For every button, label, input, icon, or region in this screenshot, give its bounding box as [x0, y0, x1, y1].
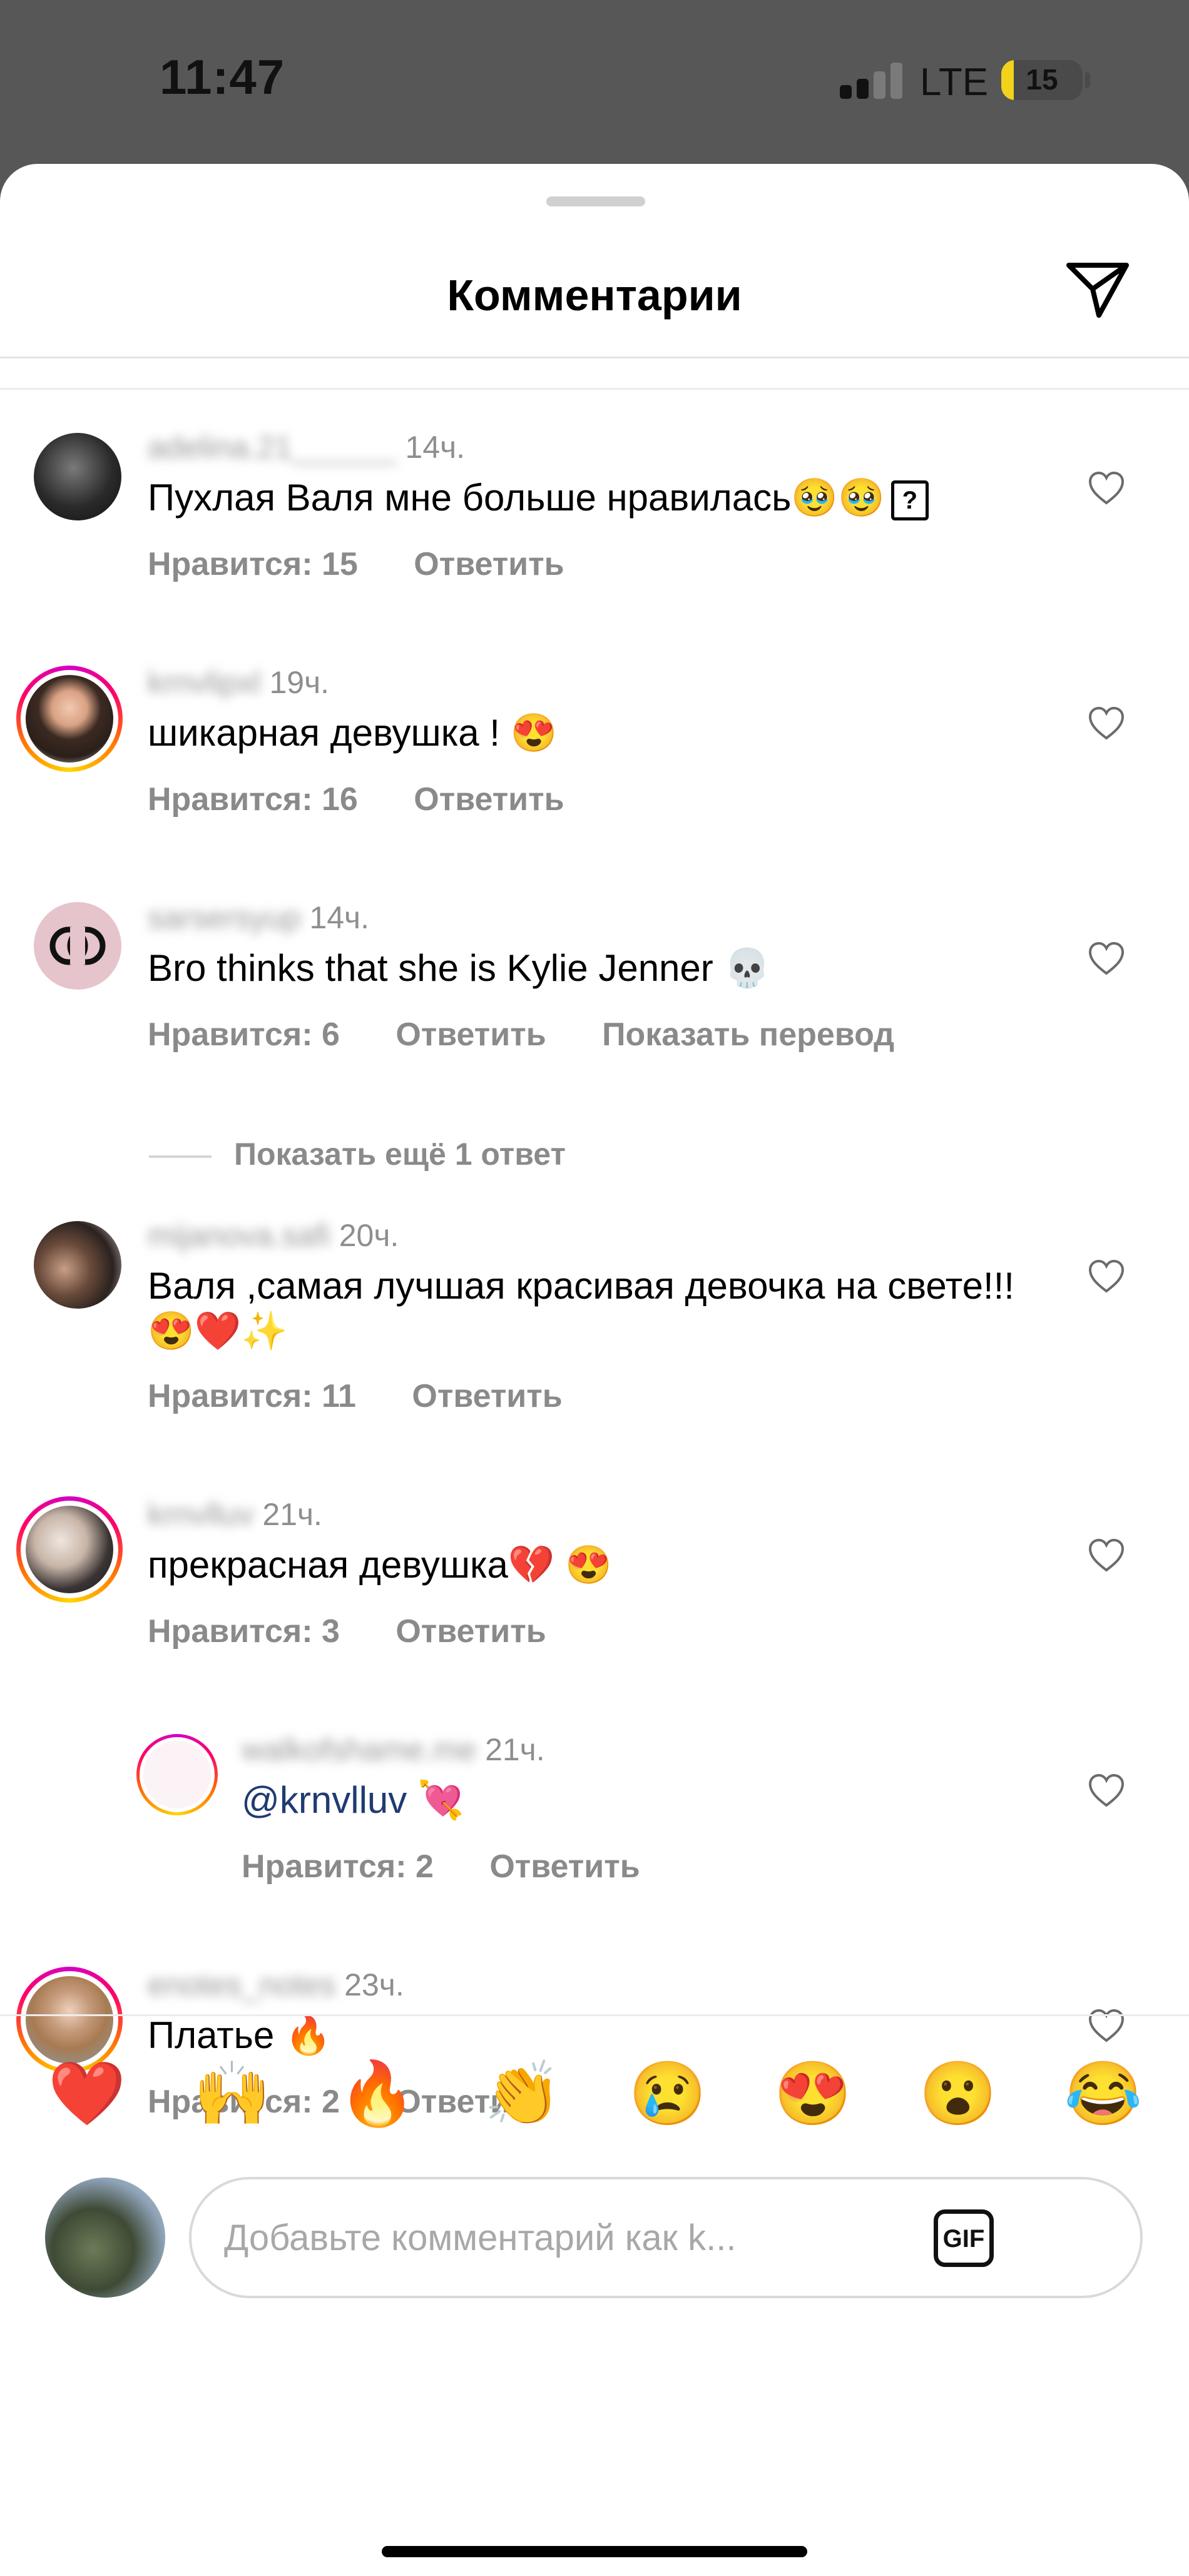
avatar[interactable]: [34, 433, 121, 520]
reaction-heart[interactable]: ❤️: [46, 2053, 128, 2134]
status-time: 11:47: [160, 49, 285, 104]
battery-tip: [1085, 73, 1090, 88]
reaction-surprised[interactable]: 😮: [917, 2053, 999, 2134]
comment-text: Платье 🔥: [148, 2014, 332, 2056]
reaction-raised-hands[interactable]: 🙌: [191, 2053, 273, 2134]
comment-text: Валя ,самая лучшая красивая девочка на с…: [148, 1265, 1014, 1352]
sheet-title: Комментарии: [447, 271, 742, 320]
comment-username[interactable]: krnvlluv: [148, 1497, 253, 1532]
comment-likes[interactable]: Нравится: 15: [148, 546, 358, 582]
comment-text: 💘: [407, 1779, 464, 1821]
comments-sheet: Комментарии adelina.21______ 14ч. Пухлая…: [0, 164, 1189, 2576]
comment-time: 20ч.: [339, 1218, 399, 1253]
list-divider: [0, 388, 1189, 390]
comment-username[interactable]: enotes_notes: [148, 1967, 335, 2002]
comment-text: шикарная девушка ! 😍: [148, 712, 558, 754]
heart-icon[interactable]: [1088, 706, 1125, 741]
reaction-cry[interactable]: 😢: [627, 2053, 708, 2134]
reply-button[interactable]: Ответить: [395, 1613, 546, 1650]
comment-text: прекрасная девушка💔 😍: [148, 1544, 612, 1586]
reaction-clap[interactable]: 👏: [482, 2053, 563, 2134]
reply-button[interactable]: Ответить: [412, 1378, 562, 1414]
heart-icon[interactable]: [1088, 1538, 1125, 1573]
header-divider: [0, 357, 1189, 358]
avatar[interactable]: [34, 1221, 121, 1309]
reply-line: [149, 1155, 212, 1158]
avatar[interactable]: [16, 1496, 123, 1603]
reply-button[interactable]: Ответить: [414, 546, 564, 582]
network-type: LTE: [920, 61, 989, 104]
comment-input[interactable]: Добавьте комментарий как k... GIF: [189, 2177, 1143, 2298]
comment-text: Bro thinks that she is Kylie Jenner 💀: [148, 947, 771, 989]
comment-username[interactable]: adelina.21______: [148, 430, 397, 465]
comment-time: 21ч.: [485, 1732, 545, 1767]
reply-button[interactable]: Ответить: [489, 1848, 640, 1885]
reaction-fire[interactable]: 🔥: [337, 2053, 418, 2134]
paper-plane-icon[interactable]: [1064, 258, 1133, 320]
mention-link[interactable]: @krnvlluv: [242, 1779, 407, 1821]
show-more-replies[interactable]: Показать ещё 1 ответ: [149, 1136, 566, 1172]
avatar[interactable]: [34, 902, 121, 990]
unknown-glyph: ?: [890, 480, 929, 521]
comment-likes[interactable]: Нравится: 3: [148, 1613, 340, 1650]
comment-text: Пухлая Валя мне больше нравилась🥹🥹: [148, 477, 885, 519]
sheet-grabber[interactable]: [546, 196, 645, 206]
comment-username[interactable]: mijanova.safi: [148, 1218, 330, 1253]
my-avatar: [45, 2178, 165, 2298]
reaction-laugh[interactable]: 😂: [1063, 2053, 1144, 2134]
comment-time: 14ч.: [309, 900, 369, 935]
comment-likes[interactable]: Нравится: 2: [242, 1848, 434, 1885]
heart-icon[interactable]: [1088, 941, 1125, 976]
reaction-heart-eyes[interactable]: 😍: [772, 2053, 854, 2134]
avatar[interactable]: [16, 666, 123, 772]
comment-time: 21ч.: [262, 1497, 322, 1532]
home-indicator[interactable]: [382, 2546, 807, 2557]
comment-time: 23ч.: [344, 1967, 404, 2002]
comment-likes[interactable]: Нравится: 6: [148, 1017, 340, 1053]
logo-icon: [49, 926, 106, 965]
heart-icon[interactable]: [1088, 470, 1125, 505]
comment-username[interactable]: sarsersyup: [148, 900, 301, 935]
comment-time: 14ч.: [405, 430, 466, 465]
battery-icon: 15: [1001, 60, 1083, 100]
signal-icon: [840, 61, 902, 99]
comment-username[interactable]: krnvlipxl: [148, 665, 261, 700]
battery-level: 15: [1026, 63, 1058, 96]
reply-button[interactable]: Ответить: [395, 1017, 546, 1053]
heart-icon[interactable]: [1088, 2008, 1125, 2043]
reply-button[interactable]: Ответить: [414, 781, 564, 818]
heart-icon[interactable]: [1088, 1259, 1125, 1294]
comment-likes[interactable]: Нравится: 16: [148, 781, 358, 818]
show-more-label: Показать ещё 1 ответ: [234, 1137, 566, 1172]
translate-button[interactable]: Показать перевод: [602, 1017, 894, 1053]
comment-time: 19ч.: [269, 665, 330, 700]
comment-likes[interactable]: Нравится: 11: [148, 1378, 356, 1414]
comment-input-placeholder: Добавьте комментарий как k...: [224, 2218, 737, 2258]
reaction-bar: ❤️ 🙌 🔥 👏 😢 😍 😮 😂: [0, 2053, 1189, 2134]
status-bar: 11:47 LTE 15: [0, 0, 1189, 164]
gif-button[interactable]: GIF: [934, 2209, 994, 2267]
composer-divider: [0, 2014, 1189, 2016]
avatar[interactable]: [136, 1734, 218, 1815]
heart-icon[interactable]: [1088, 1773, 1125, 1808]
comment-username[interactable]: walkofshame.me: [242, 1732, 476, 1767]
